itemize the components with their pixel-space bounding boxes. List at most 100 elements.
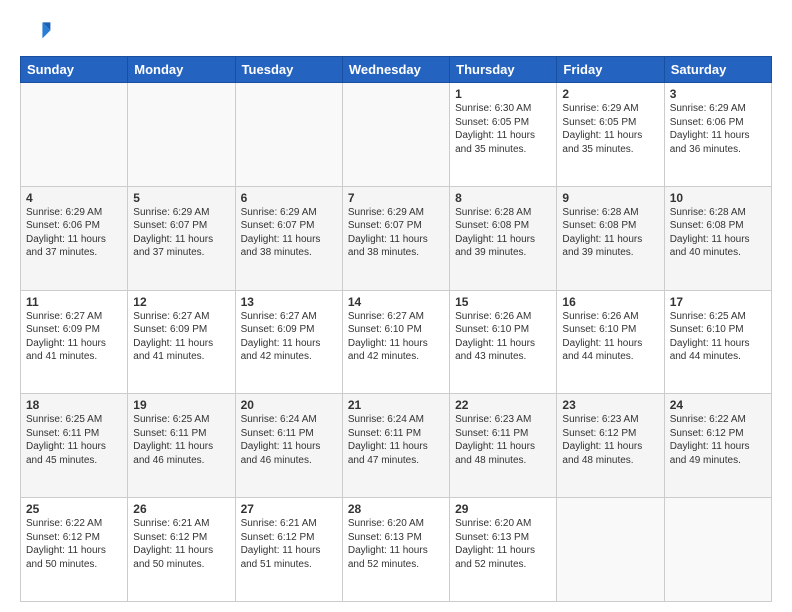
day-header-monday: Monday	[128, 57, 235, 83]
day-info: Sunrise: 6:26 AMSunset: 6:10 PMDaylight:…	[562, 310, 658, 364]
day-info: Sunrise: 6:27 AMSunset: 6:09 PMDaylight:…	[133, 310, 229, 364]
calendar-cell: 13Sunrise: 6:27 AMSunset: 6:09 PMDayligh…	[235, 290, 342, 394]
day-info: Sunrise: 6:24 AMSunset: 6:11 PMDaylight:…	[241, 413, 337, 467]
day-header-wednesday: Wednesday	[342, 57, 449, 83]
day-info: Sunrise: 6:28 AMSunset: 6:08 PMDaylight:…	[670, 206, 766, 260]
calendar-cell: 9Sunrise: 6:28 AMSunset: 6:08 PMDaylight…	[557, 186, 664, 290]
day-number: 7	[348, 191, 444, 205]
day-info: Sunrise: 6:25 AMSunset: 6:11 PMDaylight:…	[133, 413, 229, 467]
calendar-cell: 18Sunrise: 6:25 AMSunset: 6:11 PMDayligh…	[21, 394, 128, 498]
day-header-saturday: Saturday	[664, 57, 771, 83]
calendar-cell: 3Sunrise: 6:29 AMSunset: 6:06 PMDaylight…	[664, 83, 771, 187]
calendar-cell: 26Sunrise: 6:21 AMSunset: 6:12 PMDayligh…	[128, 498, 235, 602]
calendar-cell: 1Sunrise: 6:30 AMSunset: 6:05 PMDaylight…	[450, 83, 557, 187]
calendar-cell: 8Sunrise: 6:28 AMSunset: 6:08 PMDaylight…	[450, 186, 557, 290]
calendar-cell: 16Sunrise: 6:26 AMSunset: 6:10 PMDayligh…	[557, 290, 664, 394]
day-info: Sunrise: 6:28 AMSunset: 6:08 PMDaylight:…	[562, 206, 658, 260]
calendar-cell: 7Sunrise: 6:29 AMSunset: 6:07 PMDaylight…	[342, 186, 449, 290]
day-number: 18	[26, 398, 122, 412]
day-info: Sunrise: 6:22 AMSunset: 6:12 PMDaylight:…	[670, 413, 766, 467]
day-info: Sunrise: 6:28 AMSunset: 6:08 PMDaylight:…	[455, 206, 551, 260]
day-info: Sunrise: 6:21 AMSunset: 6:12 PMDaylight:…	[241, 517, 337, 571]
day-number: 26	[133, 502, 229, 516]
day-info: Sunrise: 6:29 AMSunset: 6:07 PMDaylight:…	[241, 206, 337, 260]
calendar-cell: 10Sunrise: 6:28 AMSunset: 6:08 PMDayligh…	[664, 186, 771, 290]
calendar-cell: 11Sunrise: 6:27 AMSunset: 6:09 PMDayligh…	[21, 290, 128, 394]
day-info: Sunrise: 6:22 AMSunset: 6:12 PMDaylight:…	[26, 517, 122, 571]
day-number: 25	[26, 502, 122, 516]
day-header-friday: Friday	[557, 57, 664, 83]
calendar-cell	[128, 83, 235, 187]
calendar-cell	[557, 498, 664, 602]
day-number: 3	[670, 87, 766, 101]
day-info: Sunrise: 6:29 AMSunset: 6:05 PMDaylight:…	[562, 102, 658, 156]
day-number: 10	[670, 191, 766, 205]
day-number: 5	[133, 191, 229, 205]
day-number: 22	[455, 398, 551, 412]
calendar-cell: 24Sunrise: 6:22 AMSunset: 6:12 PMDayligh…	[664, 394, 771, 498]
day-info: Sunrise: 6:25 AMSunset: 6:10 PMDaylight:…	[670, 310, 766, 364]
logo-icon	[20, 16, 52, 48]
day-info: Sunrise: 6:25 AMSunset: 6:11 PMDaylight:…	[26, 413, 122, 467]
calendar-cell: 23Sunrise: 6:23 AMSunset: 6:12 PMDayligh…	[557, 394, 664, 498]
day-number: 8	[455, 191, 551, 205]
day-info: Sunrise: 6:20 AMSunset: 6:13 PMDaylight:…	[348, 517, 444, 571]
day-info: Sunrise: 6:27 AMSunset: 6:09 PMDaylight:…	[26, 310, 122, 364]
day-info: Sunrise: 6:29 AMSunset: 6:06 PMDaylight:…	[26, 206, 122, 260]
day-info: Sunrise: 6:26 AMSunset: 6:10 PMDaylight:…	[455, 310, 551, 364]
calendar-cell	[21, 83, 128, 187]
calendar-cell: 28Sunrise: 6:20 AMSunset: 6:13 PMDayligh…	[342, 498, 449, 602]
day-number: 16	[562, 295, 658, 309]
calendar-cell: 29Sunrise: 6:20 AMSunset: 6:13 PMDayligh…	[450, 498, 557, 602]
day-number: 21	[348, 398, 444, 412]
day-number: 9	[562, 191, 658, 205]
calendar-cell: 25Sunrise: 6:22 AMSunset: 6:12 PMDayligh…	[21, 498, 128, 602]
day-number: 24	[670, 398, 766, 412]
calendar-cell: 22Sunrise: 6:23 AMSunset: 6:11 PMDayligh…	[450, 394, 557, 498]
calendar-cell: 27Sunrise: 6:21 AMSunset: 6:12 PMDayligh…	[235, 498, 342, 602]
day-info: Sunrise: 6:29 AMSunset: 6:06 PMDaylight:…	[670, 102, 766, 156]
day-info: Sunrise: 6:29 AMSunset: 6:07 PMDaylight:…	[348, 206, 444, 260]
calendar-cell: 19Sunrise: 6:25 AMSunset: 6:11 PMDayligh…	[128, 394, 235, 498]
calendar-cell: 20Sunrise: 6:24 AMSunset: 6:11 PMDayligh…	[235, 394, 342, 498]
day-number: 23	[562, 398, 658, 412]
calendar-cell: 5Sunrise: 6:29 AMSunset: 6:07 PMDaylight…	[128, 186, 235, 290]
day-number: 11	[26, 295, 122, 309]
calendar-cell	[235, 83, 342, 187]
calendar-cell: 12Sunrise: 6:27 AMSunset: 6:09 PMDayligh…	[128, 290, 235, 394]
day-number: 14	[348, 295, 444, 309]
calendar: SundayMondayTuesdayWednesdayThursdayFrid…	[20, 56, 772, 602]
calendar-cell	[342, 83, 449, 187]
logo	[20, 16, 56, 48]
day-header-sunday: Sunday	[21, 57, 128, 83]
day-header-tuesday: Tuesday	[235, 57, 342, 83]
day-number: 20	[241, 398, 337, 412]
day-info: Sunrise: 6:24 AMSunset: 6:11 PMDaylight:…	[348, 413, 444, 467]
day-info: Sunrise: 6:29 AMSunset: 6:07 PMDaylight:…	[133, 206, 229, 260]
day-number: 2	[562, 87, 658, 101]
day-number: 17	[670, 295, 766, 309]
day-info: Sunrise: 6:23 AMSunset: 6:11 PMDaylight:…	[455, 413, 551, 467]
calendar-cell: 2Sunrise: 6:29 AMSunset: 6:05 PMDaylight…	[557, 83, 664, 187]
day-number: 15	[455, 295, 551, 309]
day-number: 1	[455, 87, 551, 101]
calendar-cell: 17Sunrise: 6:25 AMSunset: 6:10 PMDayligh…	[664, 290, 771, 394]
day-info: Sunrise: 6:27 AMSunset: 6:10 PMDaylight:…	[348, 310, 444, 364]
day-info: Sunrise: 6:20 AMSunset: 6:13 PMDaylight:…	[455, 517, 551, 571]
calendar-cell: 14Sunrise: 6:27 AMSunset: 6:10 PMDayligh…	[342, 290, 449, 394]
header	[20, 16, 772, 48]
day-number: 13	[241, 295, 337, 309]
day-info: Sunrise: 6:23 AMSunset: 6:12 PMDaylight:…	[562, 413, 658, 467]
calendar-cell: 21Sunrise: 6:24 AMSunset: 6:11 PMDayligh…	[342, 394, 449, 498]
day-info: Sunrise: 6:30 AMSunset: 6:05 PMDaylight:…	[455, 102, 551, 156]
calendar-cell: 6Sunrise: 6:29 AMSunset: 6:07 PMDaylight…	[235, 186, 342, 290]
day-info: Sunrise: 6:21 AMSunset: 6:12 PMDaylight:…	[133, 517, 229, 571]
calendar-cell: 15Sunrise: 6:26 AMSunset: 6:10 PMDayligh…	[450, 290, 557, 394]
day-number: 4	[26, 191, 122, 205]
calendar-cell	[664, 498, 771, 602]
calendar-cell: 4Sunrise: 6:29 AMSunset: 6:06 PMDaylight…	[21, 186, 128, 290]
day-number: 27	[241, 502, 337, 516]
day-info: Sunrise: 6:27 AMSunset: 6:09 PMDaylight:…	[241, 310, 337, 364]
day-number: 29	[455, 502, 551, 516]
day-number: 12	[133, 295, 229, 309]
